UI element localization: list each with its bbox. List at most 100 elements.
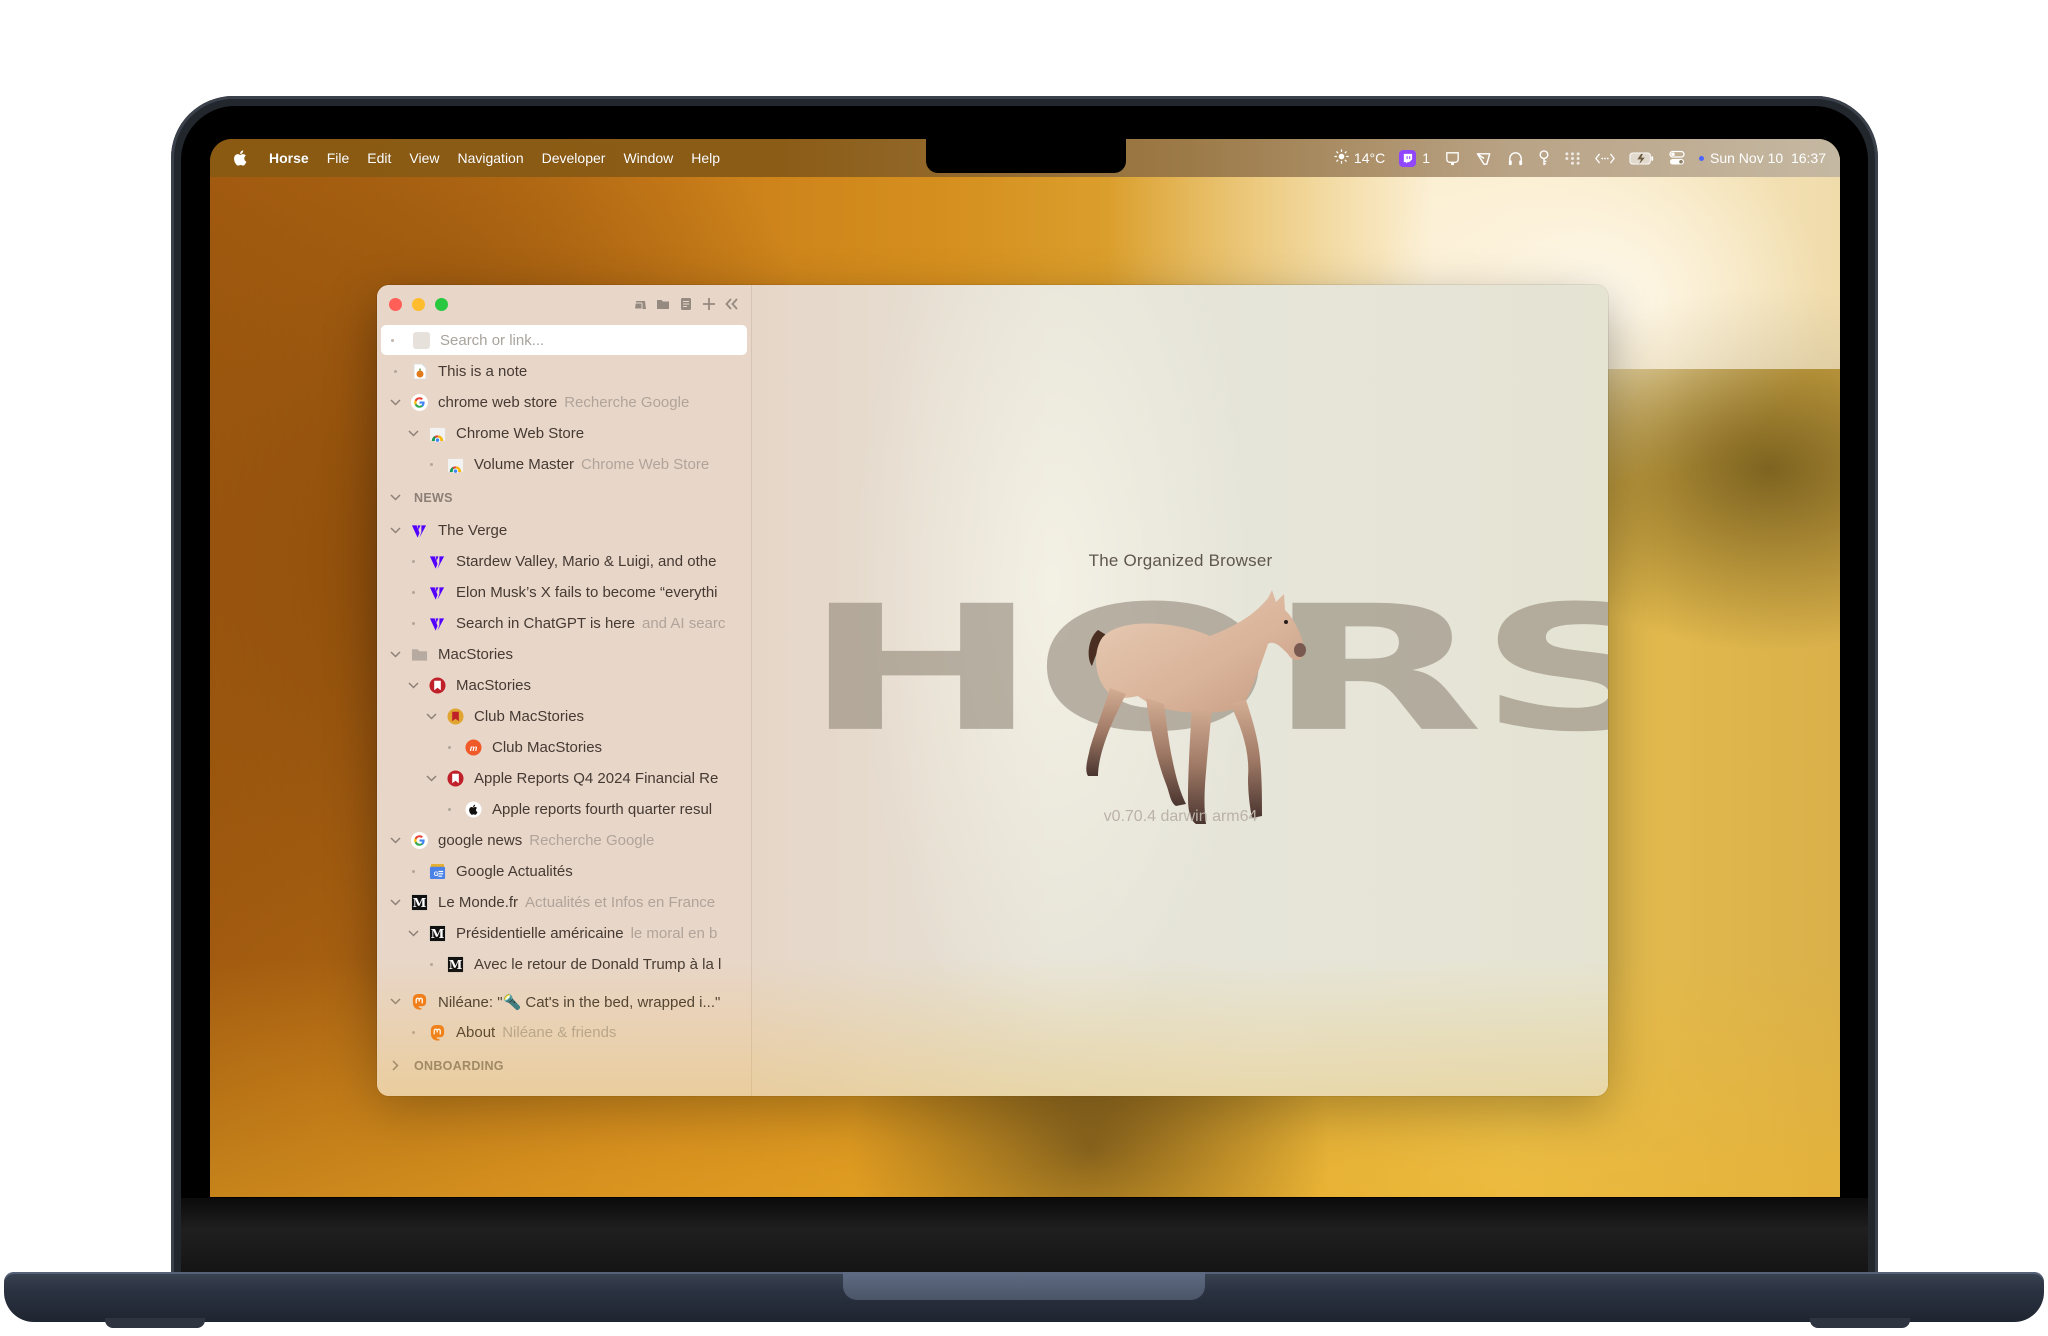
- verge-icon: [429, 553, 446, 570]
- google-icon: [411, 832, 428, 849]
- chrome-web-store-icon: [429, 425, 446, 442]
- tree-item[interactable]: M Présidentielle américaine le moral en b: [377, 918, 751, 949]
- bullet-icon: [442, 808, 456, 811]
- section-onboarding[interactable]: ONBOARDING: [377, 1048, 751, 1083]
- tree-item[interactable]: This is a note: [377, 356, 751, 387]
- plus-icon[interactable]: [702, 296, 716, 312]
- menu-developer[interactable]: Developer: [533, 150, 615, 166]
- cursor-app-icon[interactable]: [1475, 150, 1493, 167]
- tree-item[interactable]: m Club MacStories: [377, 732, 751, 763]
- tree-item-subtitle: Niléane & friends: [502, 1024, 617, 1041]
- grid-dots-icon[interactable]: [1564, 151, 1581, 166]
- headphones-icon[interactable]: [1507, 150, 1524, 167]
- menu-file[interactable]: File: [318, 150, 359, 166]
- tree-item[interactable]: chrome web store Recherche Google: [377, 387, 751, 418]
- minimize-window-button[interactable]: [412, 297, 425, 311]
- menu-app-name[interactable]: Horse: [260, 150, 318, 166]
- twitch-icon: [1399, 149, 1417, 167]
- tree-item[interactable]: M Avec le retour de Donald Trump à la l: [377, 949, 751, 980]
- folder-icon[interactable]: [656, 296, 670, 312]
- tree-item[interactable]: MacStories: [377, 670, 751, 701]
- chevron-down-icon[interactable]: [388, 491, 402, 505]
- tree-item[interactable]: Elon Musk’s X fails to become “everythi: [377, 577, 751, 608]
- chevron-down-icon[interactable]: [388, 896, 402, 910]
- folder-icon: [411, 646, 428, 663]
- tree-item[interactable]: Niléane: "🔦 Cat's in the bed, wrapped i.…: [377, 986, 751, 1017]
- svg-text:M: M: [431, 926, 445, 941]
- display-status-icon[interactable]: [1444, 150, 1461, 167]
- le-monde-icon: M: [429, 925, 446, 942]
- tree-item-title: Club MacStories: [474, 708, 585, 725]
- tabs-icon[interactable]: [633, 296, 647, 312]
- chevron-down-icon[interactable]: [406, 927, 420, 941]
- tree-item[interactable]: google news Recherche Google: [377, 825, 751, 856]
- verge-icon: [411, 522, 428, 539]
- apple-icon: [465, 801, 482, 818]
- le-monde-icon: M: [411, 894, 428, 911]
- tree-item[interactable]: Apple reports fourth quarter resul: [377, 794, 751, 825]
- section-label: NEWS: [414, 490, 453, 505]
- bullet-icon: [388, 370, 402, 373]
- chevron-down-icon[interactable]: [388, 995, 402, 1009]
- apple-menu-icon[interactable]: [232, 149, 250, 167]
- search-input[interactable]: [440, 331, 700, 349]
- tree-item[interactable]: Volume Master Chrome Web Store: [377, 449, 751, 480]
- collapse-sidebar-icon[interactable]: [725, 296, 739, 312]
- menu-help[interactable]: Help: [682, 150, 729, 166]
- menu-edit[interactable]: Edit: [358, 150, 400, 166]
- chevron-down-icon[interactable]: [388, 834, 402, 848]
- tree-item-subtitle: and AI searc: [641, 615, 726, 632]
- le-monde-icon: M: [447, 956, 464, 973]
- tree-item-subtitle: le moral en b: [630, 925, 718, 942]
- chevron-down-icon[interactable]: [406, 679, 420, 693]
- section-news[interactable]: NEWS: [377, 480, 751, 515]
- battery-charging-icon[interactable]: [1629, 151, 1655, 165]
- code-arrows-icon[interactable]: [1595, 152, 1615, 165]
- menu-navigation[interactable]: Navigation: [448, 150, 532, 166]
- clock-date: Sun Nov 10: [1710, 150, 1784, 166]
- macstories-icon: [429, 677, 446, 694]
- chevron-right-icon[interactable]: [388, 1059, 402, 1073]
- tree-item-title: Présidentielle américaine: [456, 925, 624, 942]
- tree-item[interactable]: About Niléane & friends: [377, 1017, 751, 1048]
- start-page: The Organized Browser HORSE: [753, 285, 1608, 1096]
- close-window-button[interactable]: [389, 297, 402, 311]
- tree-item[interactable]: The Verge: [377, 515, 751, 546]
- tree-item[interactable]: Stardew Valley, Mario & Luigi, and othe: [377, 546, 751, 577]
- chevron-down-icon[interactable]: [388, 524, 402, 538]
- tree-item[interactable]: Apple Reports Q4 2024 Financial Re: [377, 763, 751, 794]
- tree-item-subtitle: Chrome Web Store: [581, 456, 710, 473]
- tree-item[interactable]: Club MacStories: [377, 701, 751, 732]
- search-bar[interactable]: [381, 325, 747, 355]
- tree-item[interactable]: Chrome Web Store: [377, 418, 751, 449]
- tree-item[interactable]: Search in ChatGPT is here and AI searc: [377, 608, 751, 639]
- sun-icon: [1334, 149, 1349, 167]
- twitch-status[interactable]: 1: [1399, 149, 1430, 167]
- menu-window[interactable]: Window: [614, 150, 682, 166]
- zoom-window-button[interactable]: [435, 297, 448, 311]
- laptop-foot-left: [105, 1318, 205, 1328]
- weather-status[interactable]: 14°C: [1334, 149, 1385, 167]
- tree-item[interactable]: G Google Actualités: [377, 856, 751, 887]
- tree-item[interactable]: M Le Monde.fr Actualités et Infos en Franc…: [377, 887, 751, 918]
- note-icon[interactable]: [679, 296, 693, 312]
- section-label: ONBOARDING: [414, 1058, 504, 1073]
- screen-chin: [181, 1198, 1868, 1276]
- svg-text:M: M: [449, 957, 463, 972]
- menu-view[interactable]: View: [400, 150, 448, 166]
- key-icon[interactable]: [1538, 149, 1550, 167]
- chevron-down-icon[interactable]: [406, 427, 420, 441]
- clock[interactable]: Sun Nov 10 16:37: [1710, 150, 1826, 166]
- chevron-down-icon[interactable]: [424, 710, 438, 724]
- chevron-down-icon[interactable]: [388, 396, 402, 410]
- tree-item[interactable]: MacStories: [377, 639, 751, 670]
- control-center-icon[interactable]: [1669, 150, 1685, 166]
- titlebar[interactable]: [377, 285, 751, 323]
- tree-item-title: About: [456, 1024, 496, 1041]
- bullet-icon: [406, 870, 420, 873]
- chevron-down-icon[interactable]: [424, 772, 438, 786]
- sidebar: This is a note chrome web store Recherche …: [377, 285, 752, 1096]
- chevron-down-icon[interactable]: [388, 648, 402, 662]
- horse-illustration: [1086, 590, 1306, 824]
- tree-item-title: Search in ChatGPT is here: [456, 615, 635, 632]
